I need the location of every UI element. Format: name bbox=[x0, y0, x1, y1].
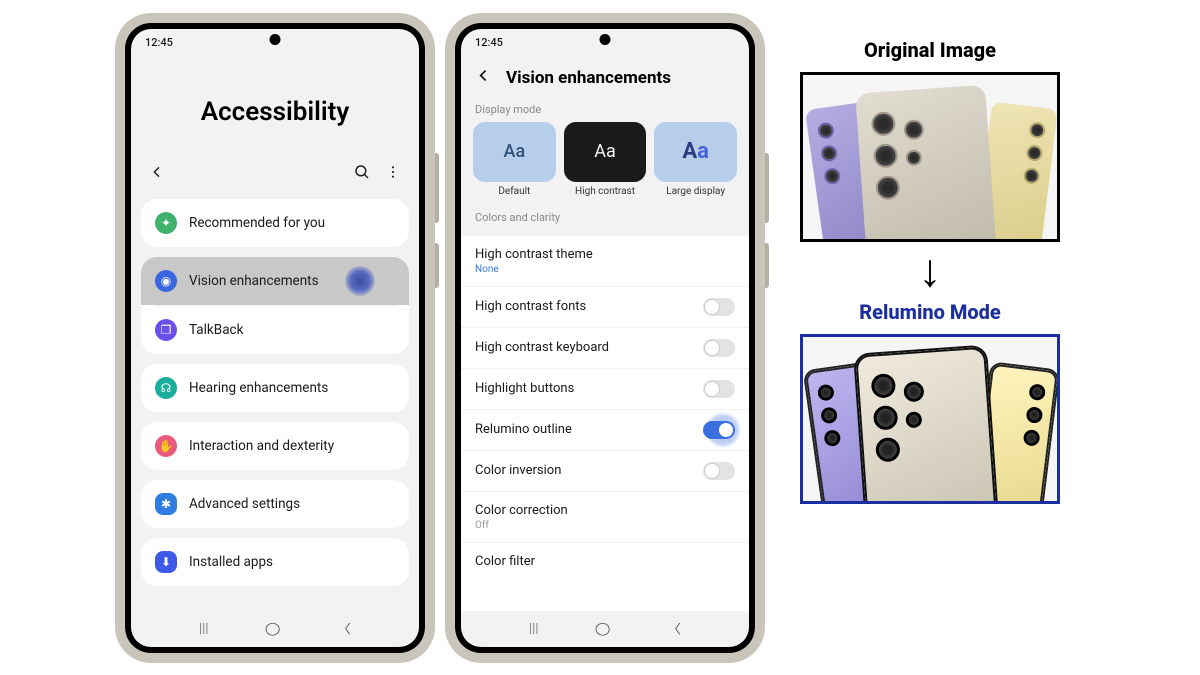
mode-default[interactable]: Aa Default bbox=[473, 122, 556, 197]
back-button[interactable]: 〈 bbox=[667, 620, 681, 638]
back-icon[interactable] bbox=[475, 67, 492, 89]
section-colors: Colors and clarity bbox=[461, 205, 749, 230]
volume-button bbox=[435, 153, 439, 223]
back-icon[interactable] bbox=[149, 164, 165, 184]
menu-talkback[interactable]: ❐ TalkBack bbox=[141, 306, 409, 354]
setting-label: Highlight buttons bbox=[475, 381, 574, 396]
relumino-mode-label: Relumino Mode bbox=[859, 300, 1001, 324]
back-button[interactable]: 〈 bbox=[337, 620, 351, 638]
mode-label: Large display bbox=[654, 186, 737, 197]
front-camera bbox=[270, 34, 281, 45]
mode-label: High contrast bbox=[564, 186, 647, 197]
setting-color-correction[interactable]: Color correction Off bbox=[461, 492, 749, 543]
setting-value: Off bbox=[475, 520, 568, 531]
original-image bbox=[800, 72, 1060, 242]
menu-hearing[interactable]: ☊ Hearing enhancements bbox=[141, 364, 409, 412]
menu-installed-apps[interactable]: ⬇ Installed apps bbox=[141, 538, 409, 586]
menu-advanced[interactable]: ✱ Advanced settings bbox=[141, 480, 409, 528]
menu-interaction[interactable]: ✋ Interaction and dexterity bbox=[141, 422, 409, 470]
status-time: 12:45 bbox=[145, 36, 173, 49]
apps-icon: ⬇ bbox=[155, 551, 177, 573]
volume-button bbox=[765, 153, 769, 223]
more-icon[interactable] bbox=[385, 164, 401, 184]
page-title: Accessibility bbox=[131, 57, 419, 163]
eye-icon: ◉ bbox=[155, 270, 177, 292]
power-button bbox=[765, 243, 769, 288]
setting-label: Relumino outline bbox=[475, 422, 572, 437]
search-icon[interactable] bbox=[353, 163, 371, 185]
person-icon: ✦ bbox=[155, 212, 177, 234]
power-button bbox=[435, 243, 439, 288]
menu-item-label: Vision enhancements bbox=[189, 273, 319, 289]
menu-item-label: Hearing enhancements bbox=[189, 380, 328, 396]
menu-item-label: Recommended for you bbox=[189, 215, 325, 231]
section-display-mode: Display mode bbox=[461, 97, 749, 122]
gear-icon: ✱ bbox=[155, 493, 177, 515]
toggle-on[interactable] bbox=[703, 421, 735, 439]
relumino-image bbox=[800, 334, 1060, 504]
setting-value: None bbox=[475, 264, 593, 275]
setting-label: Color inversion bbox=[475, 463, 561, 478]
mode-large-display[interactable]: Aa Large display bbox=[654, 122, 737, 197]
navigation-bar: ||| ◯ 〈 bbox=[131, 611, 419, 647]
setting-label: High contrast theme bbox=[475, 247, 593, 262]
speech-icon: ❐ bbox=[155, 319, 177, 341]
menu-item-label: Interaction and dexterity bbox=[189, 438, 334, 454]
ear-icon: ☊ bbox=[155, 377, 177, 399]
touch-indicator bbox=[345, 266, 375, 296]
page-title: Vision enhancements bbox=[506, 68, 671, 88]
menu-item-label: Installed apps bbox=[189, 554, 273, 570]
setting-label: High contrast keyboard bbox=[475, 340, 609, 355]
original-image-label: Original Image bbox=[864, 38, 996, 62]
setting-label: Color correction bbox=[475, 503, 568, 518]
recents-button[interactable]: ||| bbox=[199, 621, 208, 635]
front-camera bbox=[600, 34, 611, 45]
setting-label: High contrast fonts bbox=[475, 299, 586, 314]
setting-color-filter[interactable]: Color filter bbox=[461, 543, 749, 580]
hand-icon: ✋ bbox=[155, 435, 177, 457]
toggle-off[interactable] bbox=[703, 380, 735, 398]
mode-high-contrast[interactable]: Aa High contrast bbox=[564, 122, 647, 197]
setting-high-contrast-theme[interactable]: High contrast theme None bbox=[461, 236, 749, 287]
setting-color-inversion[interactable]: Color inversion bbox=[461, 451, 749, 492]
toggle-off[interactable] bbox=[703, 339, 735, 357]
toggle-off[interactable] bbox=[703, 298, 735, 316]
home-button[interactable]: ◯ bbox=[265, 621, 281, 635]
setting-label: Color filter bbox=[475, 554, 535, 569]
menu-vision-enhancements[interactable]: ◉ Vision enhancements bbox=[141, 257, 409, 305]
setting-high-contrast-fonts[interactable]: High contrast fonts bbox=[461, 287, 749, 328]
menu-item-label: TalkBack bbox=[189, 322, 243, 338]
setting-high-contrast-keyboard[interactable]: High contrast keyboard bbox=[461, 328, 749, 369]
recents-button[interactable]: ||| bbox=[529, 621, 538, 635]
setting-highlight-buttons[interactable]: Highlight buttons bbox=[461, 369, 749, 410]
navigation-bar: ||| ◯ 〈 bbox=[461, 611, 749, 647]
mode-label: Default bbox=[473, 186, 556, 197]
arrow-down-icon: ↓ bbox=[919, 248, 942, 294]
setting-relumino-outline[interactable]: Relumino outline bbox=[461, 410, 749, 451]
menu-item-label: Advanced settings bbox=[189, 496, 300, 512]
comparison-panel: Original Image ↓ Relumino Mode bbox=[775, 13, 1085, 504]
menu-recommended[interactable]: ✦ Recommended for you bbox=[141, 199, 409, 247]
toggle-off[interactable] bbox=[703, 462, 735, 480]
home-button[interactable]: ◯ bbox=[595, 621, 611, 635]
status-time: 12:45 bbox=[475, 36, 503, 49]
phone-mockup-accessibility: 12:45 Accessibility bbox=[115, 13, 435, 663]
phone-mockup-vision: 12:45 Vision enhancements Display mode A… bbox=[445, 13, 765, 663]
